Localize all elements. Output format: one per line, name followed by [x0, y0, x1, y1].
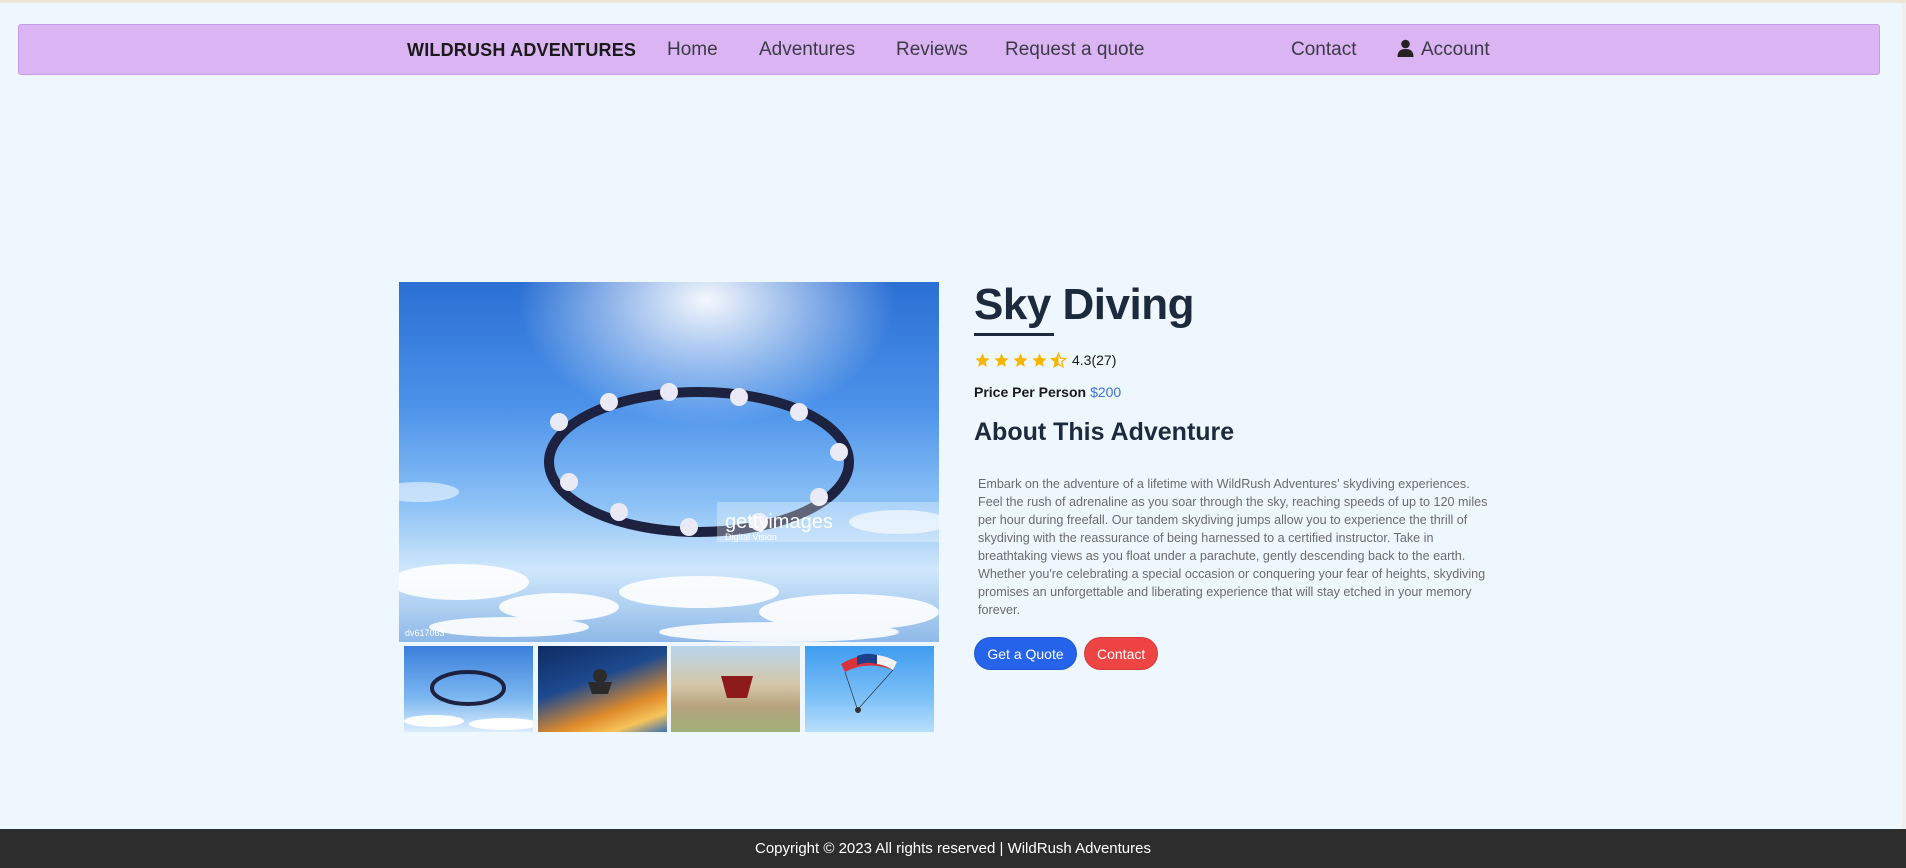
image-code: dv617063	[405, 628, 445, 638]
nav-request-quote-link[interactable]: Request a quote	[1005, 25, 1144, 75]
thumbnail-4[interactable]	[805, 646, 934, 732]
title-underline	[974, 333, 1054, 336]
adventure-title: Sky Diving	[974, 280, 1194, 329]
nav-home-link[interactable]: Home	[667, 25, 718, 75]
nav-adventures-link[interactable]: Adventures	[759, 25, 855, 75]
top-border	[0, 0, 1906, 3]
star-half-icon	[1050, 351, 1067, 368]
formation-thumbnail-graphic	[404, 670, 533, 730]
footer-copyright: Copyright © 2023 All rights reserved | W…	[755, 840, 1151, 857]
parachute-thumbnail-graphic	[841, 653, 897, 713]
price-value: $200	[1090, 384, 1122, 400]
nav-reviews-link[interactable]: Reviews	[896, 25, 968, 75]
star-full-icon	[994, 352, 1009, 367]
rating-text: 4.3(27)	[1072, 352, 1117, 368]
nav-account-link[interactable]: Account	[1397, 25, 1490, 75]
thumbnail-2[interactable]	[538, 646, 667, 732]
contact-button[interactable]: Contact	[1084, 637, 1158, 670]
rating-stars: 4.3(27)	[974, 350, 1116, 370]
getty-watermark-sub: Digital Vision	[725, 532, 777, 542]
brand-logo-text[interactable]: WILDRUSH ADVENTURES	[407, 25, 636, 75]
sunset-thumbnail-graphic	[588, 669, 612, 694]
skydivers-formation-graphic: gettyimages Digital Vision dv617063	[399, 282, 939, 642]
account-label: Account	[1421, 39, 1490, 60]
star-full-icon	[1032, 352, 1047, 367]
star-full-icon	[975, 352, 990, 367]
star-full-icon	[1013, 352, 1028, 367]
navbar: WILDRUSH ADVENTURES Home Adventures Revi…	[18, 24, 1880, 75]
price-row: Price Per Person $200	[974, 384, 1121, 400]
user-icon	[1397, 39, 1414, 57]
nav-contact-link[interactable]: Contact	[1291, 25, 1356, 75]
footer: Copyright © 2023 All rights reserved | W…	[0, 829, 1906, 868]
price-label: Price Per Person	[974, 384, 1087, 400]
thumbnail-1[interactable]	[404, 646, 533, 732]
get-quote-button[interactable]: Get a Quote	[974, 637, 1077, 670]
scrollbar[interactable]	[1902, 3, 1906, 829]
freefall-thumbnail-graphic	[721, 676, 753, 698]
getty-watermark: gettyimages	[725, 511, 833, 533]
main-adventure-image: gettyimages Digital Vision dv617063	[399, 282, 939, 642]
adventure-description: Embark on the adventure of a lifetime wi…	[978, 477, 1488, 617]
about-heading: About This Adventure	[974, 418, 1235, 446]
thumbnail-3[interactable]	[671, 646, 800, 732]
